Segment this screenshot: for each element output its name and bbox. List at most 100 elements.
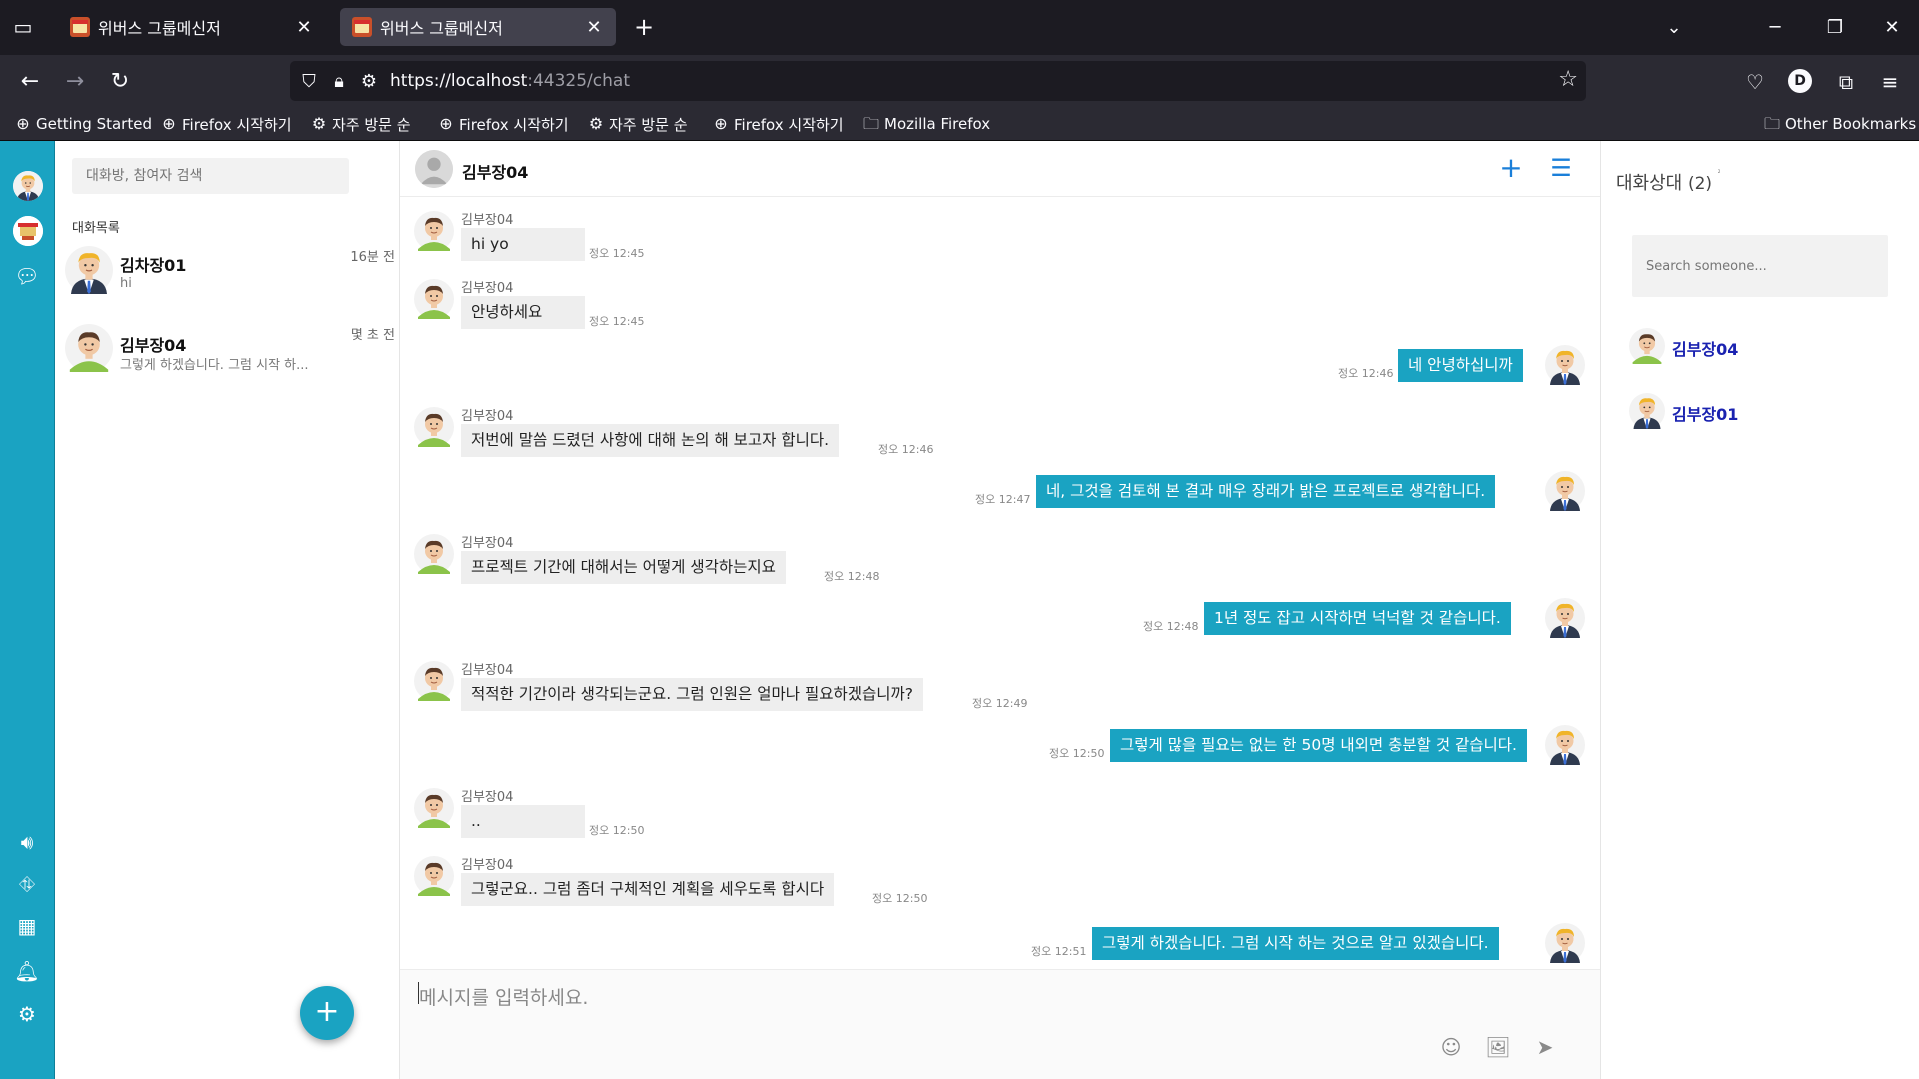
message-bubble: 안녕하세요: [461, 296, 585, 329]
browser-tab-2[interactable]: 위버스 그룹메신저 ✕: [340, 8, 616, 46]
my-avatar[interactable]: [13, 171, 43, 201]
folder-icon: 🗀: [1763, 114, 1780, 133]
avatar: [1629, 393, 1665, 429]
participants-count: (2): [1687, 174, 1713, 194]
add-participant-icon[interactable]: +: [1496, 153, 1526, 183]
avatar: [1545, 471, 1585, 511]
gear-icon: ⚙: [588, 114, 604, 133]
message-sender: 김부장04: [461, 536, 514, 551]
back-icon[interactable]: ←: [15, 67, 45, 97]
participant-name[interactable]: 김부장04: [1672, 336, 1738, 360]
org-chart-icon[interactable]: ⛗: [12, 869, 42, 899]
participant-item[interactable]: 김부장01: [1629, 393, 1889, 433]
bookmark-label: Firefox 시작하기: [182, 115, 292, 134]
bookmark-item[interactable]: ⚙ 자주 방문 순: [310, 113, 411, 135]
conversation-time: 몇 초 전: [350, 328, 395, 343]
speaker-icon[interactable]: 🔊︎: [12, 827, 42, 857]
globe-icon: ⊕: [16, 114, 30, 133]
lock-icon[interactable]: 🔒︎: [324, 71, 354, 92]
conversation-item[interactable]: 김부장04 그렇게 하겠습니다. 그럼 시작 하... 몇 초 전: [65, 324, 395, 394]
close-window-icon[interactable]: ✕: [1877, 14, 1907, 42]
emoji-icon[interactable]: ☺: [1436, 1032, 1466, 1062]
image-icon[interactable]: 🖼︎: [1483, 1032, 1513, 1062]
other-bookmarks[interactable]: 🗀 Other Bookmarks: [1763, 113, 1916, 135]
message-time: 정오 12:50: [1049, 747, 1105, 760]
url-bar[interactable]: ⛉ 🔒︎ ⚙ https://localhost:44325/chat ☆: [290, 61, 1586, 101]
restore-icon[interactable]: ❐: [1820, 14, 1850, 42]
bookmark-item[interactable]: ⊕ Firefox 시작하기: [437, 113, 569, 135]
globe-icon: ⊕: [162, 114, 176, 133]
participant-name[interactable]: 김부장01: [1672, 401, 1738, 425]
bookmark-label: 자주 방문 순: [332, 115, 411, 134]
bookmark-star-icon[interactable]: ☆: [1558, 67, 1578, 92]
new-conversation-button[interactable]: +: [300, 986, 354, 1040]
message-bubble: ..: [461, 805, 585, 838]
bookmark-item[interactable]: 🗀 Mozilla Firefox: [862, 113, 990, 135]
message-composer[interactable]: 메시지를 입력하세요. ☺ 🖼︎ ➤: [400, 969, 1600, 1079]
bookmark-label: Other Bookmarks: [1785, 115, 1917, 133]
browser-nav-bar: ← → ↻ ⛉ 🔒︎ ⚙ https://localhost:44325/cha…: [0, 55, 1919, 107]
participant-item[interactable]: 김부장04: [1629, 328, 1889, 368]
message-bubble: 저번에 말씀 드렸던 사항에 대해 논의 해 보고자 합니다.: [461, 424, 840, 457]
message-time: 정오 12:50: [589, 824, 645, 837]
tab-title: 위버스 그룹메신저: [380, 19, 503, 38]
bell-icon[interactable]: 🔔︎: [12, 956, 42, 986]
shield-icon[interactable]: ⛉: [294, 71, 324, 92]
grid-icon[interactable]: ▦: [12, 911, 42, 941]
message-time: 정오 12:46: [878, 443, 934, 456]
chat-header: 김부장04 + ☰: [400, 141, 1600, 197]
message-bubble: 그렇군요.. 그럼 좀더 구체적인 계획을 세우도록 합시다: [461, 873, 835, 906]
permissions-icon[interactable]: ⚙: [354, 71, 384, 92]
bookmark-item[interactable]: ⊕ Firefox 시작하기: [160, 113, 292, 135]
message-sender: 김부장04: [461, 213, 514, 228]
url-path: :44325/chat: [527, 71, 630, 91]
close-tab-icon[interactable]: ✕: [294, 17, 314, 38]
close-tab-icon[interactable]: ✕: [584, 17, 604, 38]
settings-icon[interactable]: ⚙: [12, 999, 42, 1029]
reload-icon[interactable]: ↻: [105, 67, 135, 97]
conversation-item[interactable]: 김차장01 hi 16분 전: [65, 246, 395, 316]
company-logo[interactable]: [13, 216, 43, 246]
pocket-icon[interactable]: ♡: [1740, 67, 1770, 97]
participants-note: 2: [1717, 169, 1721, 174]
message-time: 정오 12:48: [1143, 620, 1199, 633]
chat-panel: 김부장04 + ☰ 김부장04 hi yo 정오 12:45 김부장04 안녕하…: [400, 141, 1600, 1079]
list-all-tabs-icon[interactable]: ⌄: [1659, 14, 1689, 42]
chat-bubble-icon[interactable]: 💬︎: [12, 261, 42, 291]
participant-search-input[interactable]: [1632, 235, 1888, 297]
tab-overview-icon[interactable]: ▭: [10, 14, 36, 40]
avatar: [1545, 923, 1585, 963]
send-icon[interactable]: ➤: [1530, 1032, 1560, 1062]
forward-icon[interactable]: →: [60, 67, 90, 97]
bookmark-item[interactable]: ⊕ Firefox 시작하기: [712, 113, 843, 135]
profile-avatar[interactable]: D: [1788, 69, 1812, 93]
menu-icon[interactable]: ≡: [1875, 67, 1905, 97]
message-time: 정오 12:46: [1338, 367, 1394, 380]
extensions-icon[interactable]: ⧉: [1831, 67, 1861, 97]
message-sender: 김부장04: [461, 858, 514, 873]
participants-label: 대화상대: [1616, 173, 1683, 194]
globe-icon: ⊕: [714, 114, 728, 133]
browser-tab-1[interactable]: 위버스 그룹메신저 ✕: [58, 8, 326, 46]
conversation-search-input[interactable]: [72, 158, 349, 194]
conversation-time: 16분 전: [350, 250, 395, 265]
avatar: [414, 211, 454, 251]
new-tab-button[interactable]: +: [630, 14, 658, 42]
menu-icon[interactable]: ☰: [1546, 153, 1576, 183]
conversation-preview: hi: [120, 276, 132, 291]
message-time: 정오 12:51: [1031, 945, 1087, 958]
message-sender: 김부장04: [461, 790, 514, 805]
message-input[interactable]: 메시지를 입력하세요.: [419, 983, 588, 1010]
avatar: [1545, 345, 1585, 385]
message-bubble: hi yo: [461, 228, 585, 261]
message-bubble: 1년 정도 잡고 시작하면 넉넉할 것 같습니다.: [1204, 602, 1511, 635]
avatar: [414, 407, 454, 447]
minimize-icon[interactable]: ─: [1760, 14, 1790, 42]
avatar: [414, 788, 454, 828]
url-text[interactable]: https://localhost:44325/chat: [390, 71, 630, 91]
participants-panel: 대화상대 (2) 2 김부장04 김부장01: [1600, 141, 1919, 1079]
bookmark-item[interactable]: ⊕ Getting Started: [14, 113, 152, 135]
tab-title: 위버스 그룹메신저: [98, 19, 221, 38]
bookmark-item[interactable]: ⚙ 자주 방문 순: [587, 113, 688, 135]
bookmark-label: Firefox 시작하기: [459, 115, 569, 134]
